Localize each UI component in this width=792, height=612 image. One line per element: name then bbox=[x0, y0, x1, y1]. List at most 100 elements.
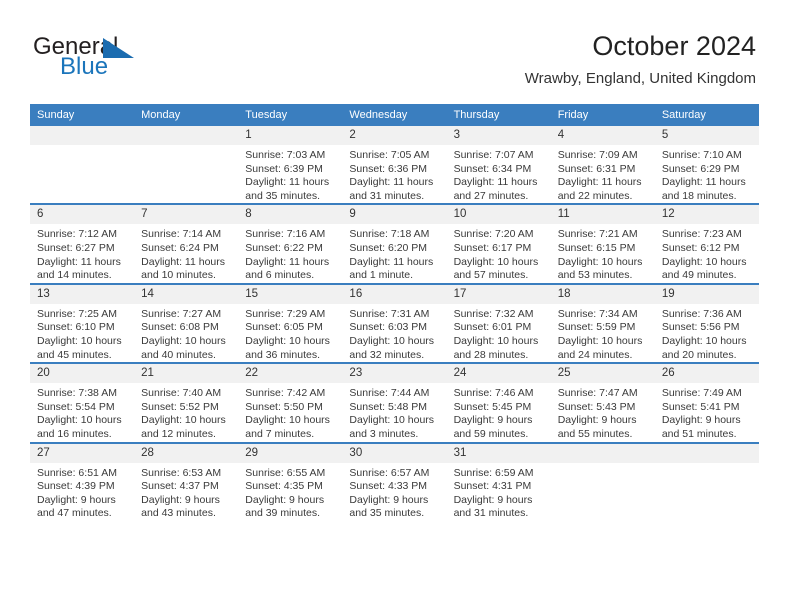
week-row: 13 Sunrise: 7:25 AM Sunset: 6:10 PM Dayl… bbox=[30, 282, 759, 364]
weekday-header-thursday: Thursday bbox=[446, 104, 551, 126]
day-cell[interactable]: 30 Sunrise: 6:57 AM Sunset: 4:33 PM Dayl… bbox=[342, 441, 447, 521]
day-cell[interactable]: 27 Sunrise: 6:51 AM Sunset: 4:39 PM Dayl… bbox=[30, 441, 135, 521]
sunrise-text: Sunrise: 7:31 AM bbox=[349, 307, 430, 320]
day-cell[interactable]: 29 Sunrise: 6:55 AM Sunset: 4:35 PM Dayl… bbox=[238, 441, 343, 521]
day-number: 18 bbox=[550, 284, 655, 304]
daylight-text-line1: Daylight: 11 hours bbox=[557, 176, 642, 189]
day-cell[interactable]: 31 Sunrise: 6:59 AM Sunset: 4:31 PM Dayl… bbox=[446, 441, 551, 521]
daylight-text-line1: Daylight: 11 hours bbox=[141, 255, 225, 268]
day-cell[interactable]: 5 Sunrise: 7:10 AM Sunset: 6:29 PM Dayli… bbox=[654, 126, 759, 205]
day-cell[interactable]: 6 Sunrise: 7:12 AM Sunset: 6:27 PM Dayli… bbox=[30, 203, 135, 284]
page-header: General Blue October 2024 Wrawby, Englan… bbox=[0, 0, 792, 96]
weekday-header-row: Sunday Monday Tuesday Wednesday Thursday… bbox=[30, 104, 759, 126]
title-block: October 2024 Wrawby, England, United Kin… bbox=[525, 30, 756, 88]
day-details: Sunrise: 6:53 AM Sunset: 4:37 PM Dayligh… bbox=[134, 463, 238, 521]
sunset-text: Sunset: 5:43 PM bbox=[557, 400, 636, 413]
day-cell[interactable]: 26 Sunrise: 7:49 AM Sunset: 5:41 PM Dayl… bbox=[654, 362, 759, 443]
sunrise-text: Sunrise: 7:03 AM bbox=[245, 149, 326, 161]
day-cell[interactable]: 23 Sunrise: 7:44 AM Sunset: 5:48 PM Dayl… bbox=[342, 362, 447, 443]
day-cell[interactable]: 18 Sunrise: 7:34 AM Sunset: 5:59 PM Dayl… bbox=[550, 282, 655, 364]
day-cell[interactable]: 22 Sunrise: 7:42 AM Sunset: 5:50 PM Dayl… bbox=[238, 362, 343, 443]
day-cell[interactable]: 20 Sunrise: 7:38 AM Sunset: 5:54 PM Dayl… bbox=[30, 362, 135, 443]
day-cell[interactable]: 28 Sunrise: 6:53 AM Sunset: 4:37 PM Dayl… bbox=[134, 441, 239, 521]
daylight-text-line2: and 24 minutes. bbox=[557, 348, 633, 361]
daylight-text-line2: and 1 minute. bbox=[349, 269, 414, 282]
day-cell[interactable]: 8 Sunrise: 7:16 AM Sunset: 6:22 PM Dayli… bbox=[238, 203, 343, 284]
sunrise-text: Sunrise: 7:32 AM bbox=[453, 307, 534, 320]
day-cell[interactable]: 1 Sunrise: 7:03 AM Sunset: 6:39 PM Dayli… bbox=[238, 126, 343, 205]
day-cell[interactable]: 11 Sunrise: 7:21 AM Sunset: 6:15 PM Dayl… bbox=[550, 203, 655, 284]
day-cell[interactable]: 4 Sunrise: 7:09 AM Sunset: 6:31 PM Dayli… bbox=[550, 126, 655, 205]
sunrise-text: Sunrise: 7:07 AM bbox=[453, 149, 534, 161]
sunrise-text: Sunrise: 6:57 AM bbox=[349, 466, 430, 479]
day-number: 31 bbox=[446, 443, 551, 463]
sunset-text: Sunset: 6:03 PM bbox=[349, 321, 428, 334]
day-cell[interactable]: 21 Sunrise: 7:40 AM Sunset: 5:52 PM Dayl… bbox=[134, 362, 239, 443]
daylight-text-line2: and 45 minutes. bbox=[37, 348, 112, 361]
day-cell[interactable]: 9 Sunrise: 7:18 AM Sunset: 6:20 PM Dayli… bbox=[342, 203, 447, 284]
daylight-text-line2: and 3 minutes. bbox=[349, 427, 419, 440]
daylight-text-line1: Daylight: 10 hours bbox=[453, 334, 539, 347]
day-cell[interactable]: 7 Sunrise: 7:14 AM Sunset: 6:24 PM Dayli… bbox=[134, 203, 239, 284]
day-cell[interactable]: 17 Sunrise: 7:32 AM Sunset: 6:01 PM Dayl… bbox=[446, 282, 551, 364]
page-subtitle: Wrawby, England, United Kingdom bbox=[524, 70, 756, 87]
day-details: Sunrise: 7:10 AM Sunset: 6:29 PM Dayligh… bbox=[655, 145, 759, 203]
sunrise-text: Sunrise: 6:51 AM bbox=[37, 466, 117, 479]
day-cell[interactable]: 13 Sunrise: 7:25 AM Sunset: 6:10 PM Dayl… bbox=[30, 282, 135, 364]
day-cell[interactable]: 12 Sunrise: 7:23 AM Sunset: 6:12 PM Dayl… bbox=[654, 203, 759, 284]
sunrise-text: Sunrise: 7:40 AM bbox=[141, 387, 222, 400]
day-details: Sunrise: 7:09 AM Sunset: 6:31 PM Dayligh… bbox=[551, 145, 655, 203]
sunrise-text: Sunrise: 6:53 AM bbox=[141, 466, 222, 479]
day-number: 4 bbox=[550, 126, 655, 145]
calendar-table: Sunday Monday Tuesday Wednesday Thursday… bbox=[30, 104, 759, 521]
brand-logo[interactable]: General Blue bbox=[33, 34, 233, 86]
daylight-text-line1: Daylight: 9 hours bbox=[141, 493, 220, 506]
daylight-text-line1: Daylight: 9 hours bbox=[453, 493, 533, 506]
day-cell[interactable]: 16 Sunrise: 7:31 AM Sunset: 6:03 PM Dayl… bbox=[342, 282, 447, 364]
day-cell[interactable]: 15 Sunrise: 7:29 AM Sunset: 6:05 PM Dayl… bbox=[238, 282, 343, 364]
sunrise-text: Sunrise: 7:09 AM bbox=[557, 149, 638, 161]
day-details: Sunrise: 7:03 AM Sunset: 6:39 PM Dayligh… bbox=[238, 145, 342, 203]
daylight-text-line1: Daylight: 10 hours bbox=[349, 334, 435, 347]
day-cell[interactable]: 2 Sunrise: 7:05 AM Sunset: 6:36 PM Dayli… bbox=[342, 126, 447, 205]
daylight-text-line1: Daylight: 10 hours bbox=[37, 414, 122, 427]
day-details: Sunrise: 7:49 AM Sunset: 5:41 PM Dayligh… bbox=[655, 383, 759, 441]
weekday-header-sunday: Sunday bbox=[30, 104, 135, 126]
day-cell[interactable] bbox=[550, 441, 655, 521]
day-details: Sunrise: 7:16 AM Sunset: 6:22 PM Dayligh… bbox=[238, 224, 342, 282]
daylight-text-line1: Daylight: 11 hours bbox=[661, 176, 746, 189]
day-cell[interactable]: 19 Sunrise: 7:36 AM Sunset: 5:56 PM Dayl… bbox=[654, 282, 759, 364]
day-cell[interactable]: 24 Sunrise: 7:46 AM Sunset: 5:45 PM Dayl… bbox=[446, 362, 551, 443]
day-cell[interactable]: 14 Sunrise: 7:27 AM Sunset: 6:08 PM Dayl… bbox=[134, 282, 239, 364]
sunrise-text: Sunrise: 7:21 AM bbox=[557, 228, 638, 241]
day-cell[interactable] bbox=[134, 126, 239, 205]
day-cell[interactable]: 3 Sunrise: 7:07 AM Sunset: 6:34 PM Dayli… bbox=[446, 126, 551, 205]
sunset-text: Sunset: 6:10 PM bbox=[37, 321, 115, 334]
day-details: Sunrise: 7:18 AM Sunset: 6:20 PM Dayligh… bbox=[342, 224, 446, 282]
daylight-text-line2: and 10 minutes. bbox=[141, 269, 216, 282]
daylight-text-line2: and 20 minutes. bbox=[661, 348, 737, 361]
day-number: 29 bbox=[238, 443, 343, 463]
daylight-text-line2: and 40 minutes. bbox=[141, 348, 216, 361]
day-number: 8 bbox=[238, 205, 343, 225]
sunrise-text: Sunrise: 7:18 AM bbox=[349, 228, 430, 241]
day-details: Sunrise: 7:21 AM Sunset: 6:15 PM Dayligh… bbox=[551, 224, 655, 282]
day-cell[interactable]: 10 Sunrise: 7:20 AM Sunset: 6:17 PM Dayl… bbox=[446, 203, 551, 284]
day-details: Sunrise: 7:07 AM Sunset: 6:34 PM Dayligh… bbox=[447, 145, 551, 203]
day-cell[interactable] bbox=[30, 126, 135, 205]
day-cell[interactable]: 25 Sunrise: 7:47 AM Sunset: 5:43 PM Dayl… bbox=[550, 362, 655, 443]
daylight-text-line2: and 35 minutes. bbox=[349, 507, 425, 520]
daylight-text-line1: Daylight: 10 hours bbox=[661, 255, 747, 268]
day-number: 21 bbox=[134, 364, 239, 384]
sunset-text: Sunset: 6:36 PM bbox=[349, 162, 428, 175]
daylight-text-line2: and 14 minutes. bbox=[37, 269, 112, 282]
day-number: 2 bbox=[342, 126, 447, 145]
daylight-text-line1: Daylight: 11 hours bbox=[245, 176, 330, 189]
day-number: 11 bbox=[550, 205, 655, 225]
daylight-text-line2: and 55 minutes. bbox=[557, 427, 633, 440]
day-details: Sunrise: 7:12 AM Sunset: 6:27 PM Dayligh… bbox=[30, 224, 134, 282]
day-details: Sunrise: 6:51 AM Sunset: 4:39 PM Dayligh… bbox=[30, 463, 134, 521]
day-number bbox=[30, 126, 135, 145]
daylight-text-line2: and 57 minutes. bbox=[453, 269, 529, 282]
day-cell[interactable] bbox=[654, 441, 759, 521]
